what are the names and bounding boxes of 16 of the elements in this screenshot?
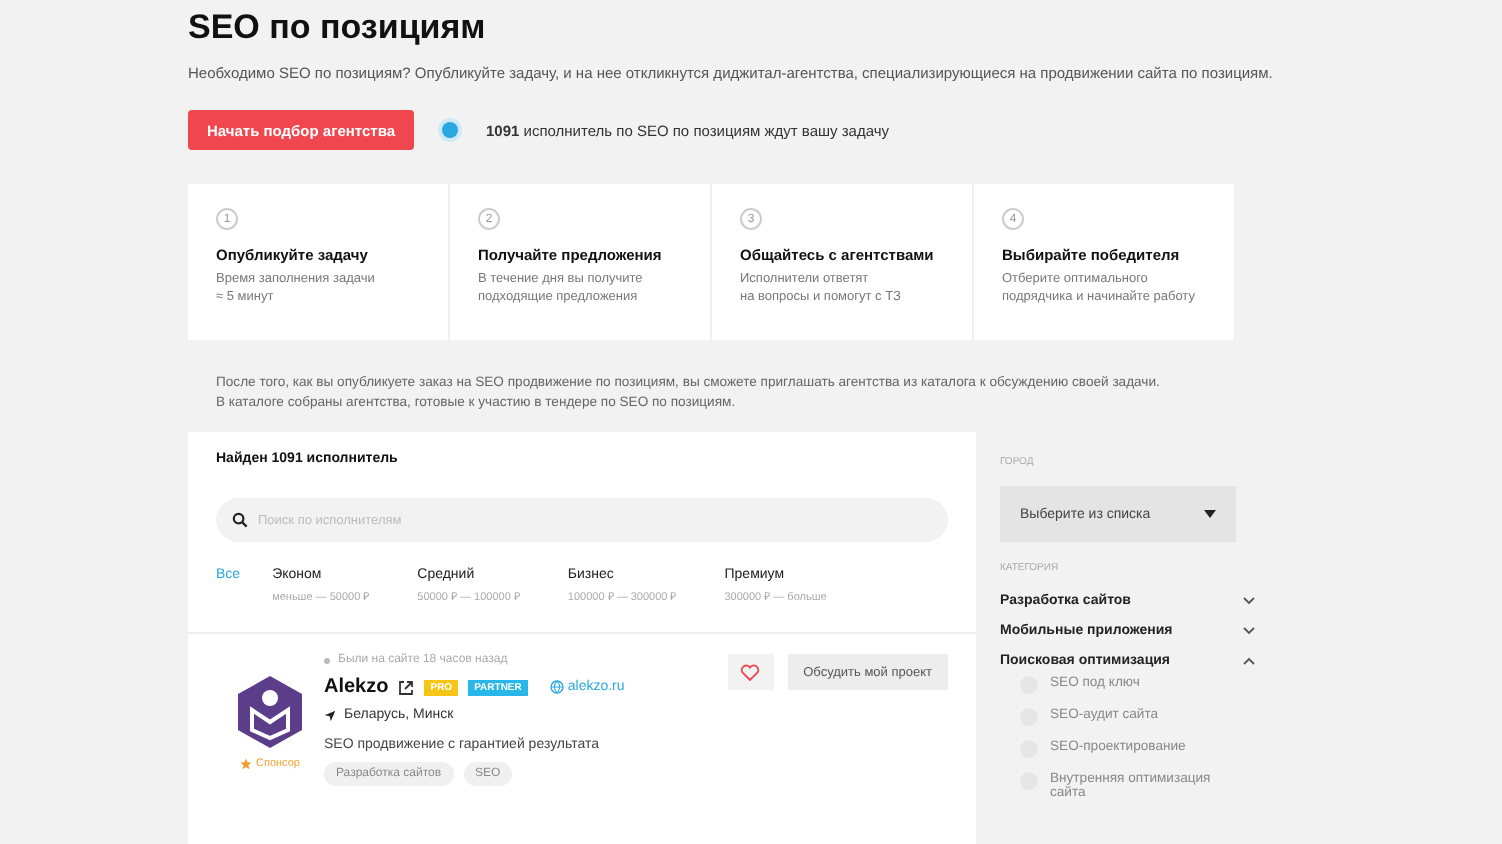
- dropdown-caret-icon: [1204, 510, 1216, 518]
- heart-icon: [740, 663, 761, 681]
- chevron-icon: [1242, 596, 1256, 606]
- star-icon: [240, 758, 252, 770]
- page-title: SEO по позициям: [188, 8, 488, 50]
- search-icon: [232, 512, 248, 528]
- chevron-icon: [1242, 626, 1256, 636]
- favorite-button[interactable]: [727, 654, 774, 690]
- globe-icon: [549, 680, 564, 694]
- chevron-icon: [1242, 656, 1256, 666]
- agency-logo: [236, 674, 304, 750]
- location-arrow-icon: [324, 709, 336, 721]
- external-link-icon[interactable]: [398, 679, 415, 695]
- status-dot: [442, 122, 458, 138]
- agency-name[interactable]: Alekzo: [324, 676, 389, 698]
- online-dot-icon: [324, 657, 330, 663]
